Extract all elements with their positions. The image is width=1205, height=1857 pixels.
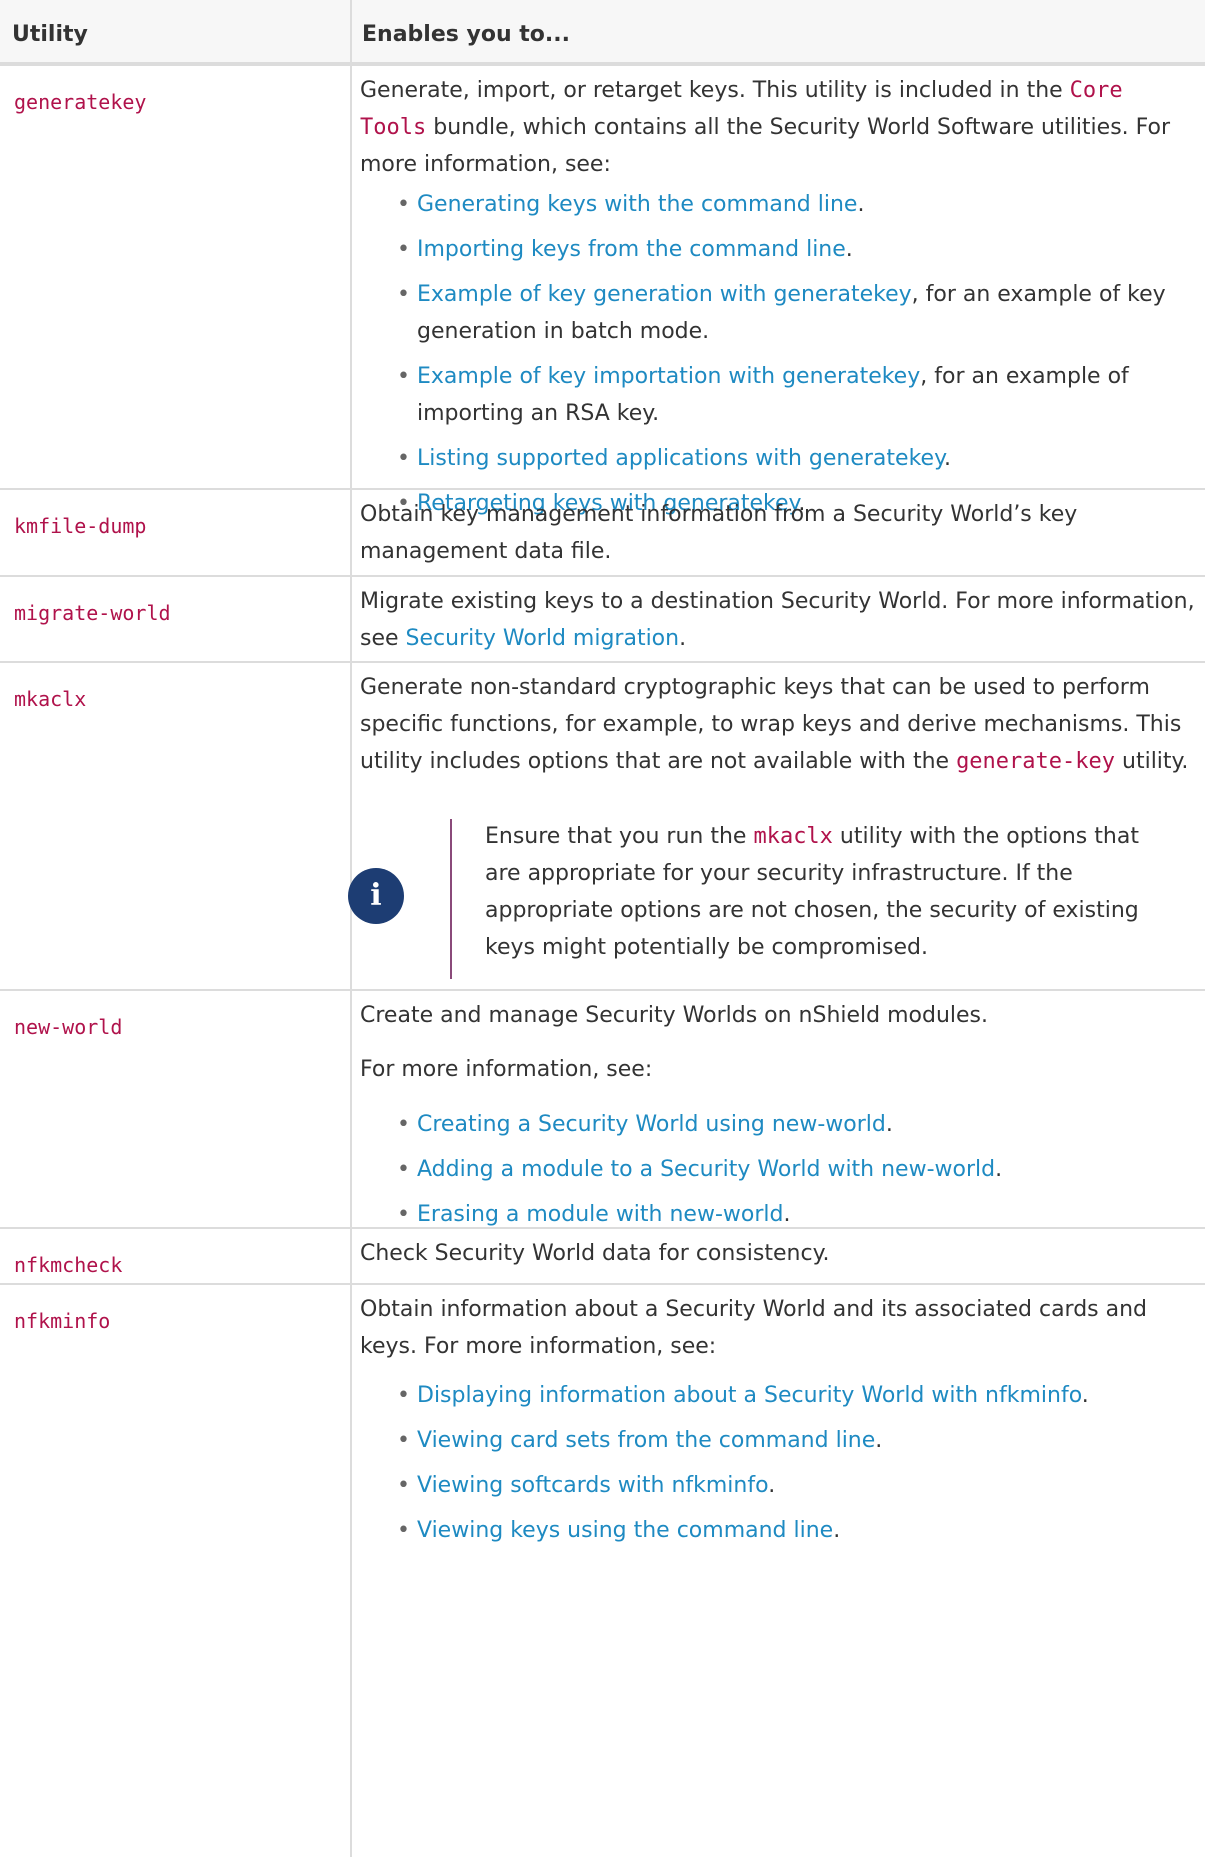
description-text: For more information, see: [360, 1057, 653, 1082]
doc-link[interactable]: Displaying information about a Security … [417, 1383, 1082, 1408]
doc-link[interactable]: Example of key importation with generate… [417, 364, 920, 389]
utility-cell: new-world [0, 991, 352, 1227]
utility-cell: kmfile-dump [0, 490, 352, 575]
list-item: Importing keys from the command line. [352, 231, 1195, 268]
list-item: Listing supported applications with gene… [352, 440, 1195, 477]
description-text: Generate, import, or retarget keys. This… [360, 78, 1171, 177]
doc-link[interactable]: Viewing card sets from the command line [417, 1428, 875, 1453]
table-row: new-world Create and manage Security Wor… [0, 989, 1205, 1233]
table-row: migrate-world Migrate existing keys to a… [0, 575, 1205, 661]
table-row: generatekey Generate, import, or retarge… [0, 66, 1205, 522]
doc-link[interactable]: Creating a Security World using new-worl… [417, 1112, 886, 1137]
list-item: Example of key generation with generatek… [352, 276, 1195, 350]
description-text: Migrate existing keys to a destination S… [360, 589, 1195, 651]
doc-link[interactable]: Viewing keys using the command line [417, 1518, 833, 1543]
utility-name: migrate-world [14, 601, 171, 625]
description-cell: Check Security World data for consistenc… [352, 1229, 1205, 1283]
utility-cell: nfkmcheck [0, 1229, 352, 1283]
info-icon: i [348, 868, 404, 924]
list-item: Viewing keys using the command line. [352, 1512, 1195, 1549]
utility-name: kmfile-dump [14, 514, 147, 538]
utility-name: nfkmcheck [14, 1253, 123, 1277]
doc-link[interactable]: Security World migration [406, 626, 680, 651]
list-item: Viewing softcards with nfkminfo. [352, 1467, 1195, 1504]
header-utility-label: Utility [12, 22, 88, 47]
list-item: Creating a Security World using new-worl… [352, 1106, 1195, 1143]
description-cell: Migrate existing keys to a destination S… [352, 577, 1205, 661]
description-cell: Create and manage Security Worlds on nSh… [352, 991, 1205, 1233]
description-cell: Generate non-standard cryptographic keys… [348, 663, 1205, 989]
table-row: mkaclx Generate non-standard cryptograph… [0, 661, 1205, 989]
list-item: Viewing card sets from the command line. [352, 1422, 1195, 1459]
doc-link[interactable]: Importing keys from the command line [417, 237, 846, 262]
header-cell-utility: Utility [0, 0, 352, 62]
header-cell-enables: Enables you to... [352, 0, 1205, 62]
doc-link[interactable]: Viewing softcards with nfkminfo [417, 1473, 768, 1498]
utility-cell: nfkminfo [0, 1285, 352, 1857]
list-item: Example of key importation with generate… [352, 358, 1195, 432]
utility-name: nfkminfo [14, 1309, 111, 1333]
doc-link[interactable]: Listing supported applications with gene… [417, 446, 944, 471]
description-text: Generate non-standard cryptographic keys… [360, 675, 1189, 774]
note-text: Ensure that you run the mkaclx utility w… [485, 824, 1139, 960]
link-list: Displaying information about a Security … [352, 1377, 1195, 1557]
description-cell: Generate, import, or retarget keys. This… [352, 66, 1205, 522]
description-text: Create and manage Security Worlds on nSh… [360, 1003, 989, 1028]
utility-name: mkaclx [14, 687, 87, 711]
utility-name: generatekey [14, 90, 147, 114]
table-row: kmfile-dump Obtain key management inform… [0, 488, 1205, 575]
utility-cell: generatekey [0, 66, 352, 488]
list-item: Displaying information about a Security … [352, 1377, 1195, 1414]
doc-link[interactable]: Generating keys with the command line [417, 192, 857, 217]
description-cell: Obtain key management information from a… [352, 490, 1205, 575]
table-row: nfkminfo Obtain information about a Secu… [0, 1283, 1205, 1857]
utility-name: new-world [14, 1015, 123, 1039]
doc-link[interactable]: Example of key generation with generatek… [417, 282, 912, 307]
link-list: Creating a Security World using new-worl… [352, 1106, 1195, 1241]
header-enables-label: Enables you to... [362, 22, 570, 47]
inline-code: generate-key [956, 749, 1116, 774]
utility-cell: mkaclx [0, 663, 352, 989]
doc-link[interactable]: Adding a module to a Security World with… [417, 1157, 995, 1182]
list-item: Adding a module to a Security World with… [352, 1151, 1195, 1188]
description-cell: Obtain information about a Security Worl… [352, 1285, 1205, 1857]
table-row: nfkmcheck Check Security World data for … [0, 1227, 1205, 1283]
link-list: Generating keys with the command line. I… [352, 186, 1195, 530]
list-item: Generating keys with the command line. [352, 186, 1195, 223]
utility-cell: migrate-world [0, 577, 352, 661]
note-divider [450, 819, 452, 979]
doc-link[interactable]: Erasing a module with new-world [417, 1202, 783, 1227]
inline-code: mkaclx [753, 824, 833, 849]
description-text: Obtain key management information from a… [360, 502, 1078, 564]
table-header: Utility Enables you to... [0, 0, 1205, 66]
description-text: Check Security World data for consistenc… [360, 1241, 830, 1266]
description-text: Obtain information about a Security Worl… [360, 1297, 1148, 1359]
